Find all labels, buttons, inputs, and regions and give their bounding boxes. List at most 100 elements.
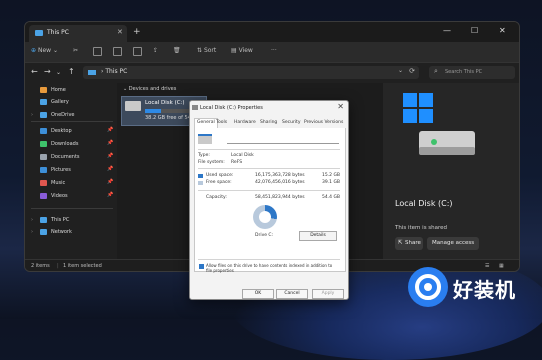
pin-icon: 📌 <box>107 127 114 133</box>
chevron-down-icon: ⌄ <box>52 47 58 54</box>
breadcrumb-this-pc[interactable]: This PC <box>105 68 127 75</box>
recent-locations-icon[interactable]: ⌄ <box>56 69 61 76</box>
pin-icon: 📌 <box>107 192 114 198</box>
sidebar-item-onedrive[interactable]: › OneDrive <box>31 110 115 121</box>
sidebar-item-label: Desktop <box>51 128 72 134</box>
cut-button[interactable]: ✂ <box>73 47 78 54</box>
share-button[interactable]: ⇱ Share <box>395 237 423 250</box>
capacity-bytes: 58,451,823,944 bytes <box>255 195 305 200</box>
address-dropdown-icon[interactable]: ⌄ <box>398 67 403 74</box>
index-checkbox-label: Allow files on this drive to have conten… <box>206 263 333 273</box>
sidebar-divider <box>31 208 113 209</box>
used-space-label: Used space: <box>206 173 234 178</box>
tab-title: This PC <box>47 29 69 36</box>
rename-button[interactable] <box>133 47 142 56</box>
large-drive-icon <box>403 93 475 155</box>
watermark-text: 好装机 <box>453 278 516 302</box>
share-toolbar-button[interactable]: ⇪ <box>153 47 158 54</box>
view-button[interactable]: ▤ View <box>231 47 253 54</box>
cancel-button[interactable]: Cancel <box>276 289 308 299</box>
forward-arrow-icon[interactable]: → <box>44 67 51 76</box>
documents-icon <box>40 154 47 160</box>
sidebar-item-this-pc[interactable]: › This PC <box>31 215 115 226</box>
tab-previous-versions[interactable]: Previous Versions <box>304 120 343 125</box>
tab-tools[interactable]: Tools <box>216 120 227 125</box>
expand-chevron-icon[interactable]: › <box>31 112 33 118</box>
delete-button[interactable]: 🗑 <box>173 47 181 54</box>
copy-button[interactable] <box>93 47 102 56</box>
more-options-button[interactable]: ··· <box>271 47 277 54</box>
address-row: ← → ⌄ ↑ › This PC ⌄ ⟳ ⌕ Search This PC <box>25 63 519 83</box>
sort-button[interactable]: ⇅ Sort <box>197 47 216 54</box>
home-icon <box>40 87 47 93</box>
drive-usage-fill <box>145 109 162 113</box>
details-button[interactable]: Details <box>299 231 337 241</box>
capacity-label: Capacity: <box>206 195 227 200</box>
close-window-button[interactable]: ✕ <box>499 26 506 35</box>
drive-name: Local Disk (C:) <box>145 100 185 106</box>
new-button[interactable]: ⊕ New ⌄ <box>31 47 58 54</box>
capacity-gb: 54.4 GB <box>322 195 341 200</box>
used-space-swatch <box>198 174 203 178</box>
tab-this-pc[interactable]: This PC ✕ <box>29 25 127 42</box>
back-arrow-icon[interactable]: ← <box>31 67 38 76</box>
divider <box>198 259 340 260</box>
drive-letter-label: Drive C: <box>255 233 274 238</box>
sidebar-item-network[interactable]: › Network <box>31 227 115 238</box>
free-space-label: Free space: <box>206 180 232 185</box>
expand-chevron-icon[interactable]: › <box>31 217 33 223</box>
apply-button[interactable]: Apply <box>312 289 344 299</box>
minimize-button[interactable]: — <box>443 26 451 35</box>
sidebar-item-label: Documents <box>51 154 80 160</box>
index-checkbox[interactable] <box>199 264 204 269</box>
sidebar-item-label: Videos <box>51 193 68 199</box>
breadcrumb-chevron: › <box>101 68 104 75</box>
new-tab-button[interactable]: + <box>133 27 141 37</box>
command-bar: ⊕ New ⌄ ✂ ⇪ 🗑 ⇅ Sort ▤ View ··· <box>25 42 519 63</box>
sidebar-item-desktop[interactable]: Desktop 📌 <box>31 126 115 137</box>
breadcrumb: › This PC <box>101 68 127 75</box>
search-input[interactable]: ⌕ Search This PC <box>429 66 515 79</box>
up-arrow-icon[interactable]: ↑ <box>68 67 75 76</box>
sidebar-item-home[interactable]: Home <box>31 85 115 96</box>
tab-hardware[interactable]: Hardware <box>234 120 256 125</box>
tab-security[interactable]: Security <box>282 120 300 125</box>
search-placeholder: Search This PC <box>445 69 483 75</box>
pin-icon: 📌 <box>107 153 114 159</box>
free-space-gb: 39.1 GB <box>322 180 341 185</box>
type-label: Type: <box>198 153 210 158</box>
manage-access-button[interactable]: Manage access <box>427 237 479 250</box>
sort-icon: ⇅ <box>197 47 203 54</box>
clipboard-icon <box>113 47 122 56</box>
sidebar-item-documents[interactable]: Documents 📌 <box>31 152 115 163</box>
dialog-close-button[interactable]: ✕ <box>337 102 344 111</box>
expand-chevron-icon[interactable]: › <box>31 229 33 235</box>
sidebar-item-pictures[interactable]: Pictures 📌 <box>31 165 115 176</box>
trash-icon: 🗑 <box>173 47 181 54</box>
tab-close-icon[interactable]: ✕ <box>117 28 123 36</box>
properties-dialog: Local Disk (C:) Properties ✕ General Too… <box>189 100 349 300</box>
maximize-button[interactable]: ☐ <box>471 26 478 35</box>
copy-icon <box>93 47 102 56</box>
scissors-icon: ✂ <box>73 47 79 54</box>
free-space-bytes: 42,076,456,016 bytes <box>255 180 305 185</box>
hard-drive-icon <box>125 101 141 111</box>
network-icon <box>40 229 47 235</box>
sidebar-item-music[interactable]: Music 📌 <box>31 178 115 189</box>
pin-icon: 📌 <box>107 166 114 172</box>
sidebar-item-downloads[interactable]: Downloads 📌 <box>31 139 115 150</box>
section-devices-and-drives[interactable]: ⌄ Devices and drives <box>123 86 176 92</box>
paste-button[interactable] <box>113 47 122 56</box>
drive-label-input[interactable] <box>227 135 339 144</box>
refresh-icon[interactable]: ⟳ <box>409 67 415 75</box>
tab-sharing[interactable]: Sharing <box>260 120 277 125</box>
type-value: Local Disk <box>231 153 254 158</box>
sidebar-item-videos[interactable]: Videos 📌 <box>31 191 115 202</box>
computer-icon <box>88 70 96 75</box>
ok-button[interactable]: OK <box>242 289 274 299</box>
this-pc-icon <box>35 30 43 36</box>
sort-label: Sort <box>203 47 217 54</box>
sidebar-item-label: This PC <box>51 217 70 223</box>
sidebar-item-gallery[interactable]: Gallery <box>31 97 115 108</box>
address-bar[interactable]: › This PC ⌄ ⟳ <box>83 66 419 79</box>
